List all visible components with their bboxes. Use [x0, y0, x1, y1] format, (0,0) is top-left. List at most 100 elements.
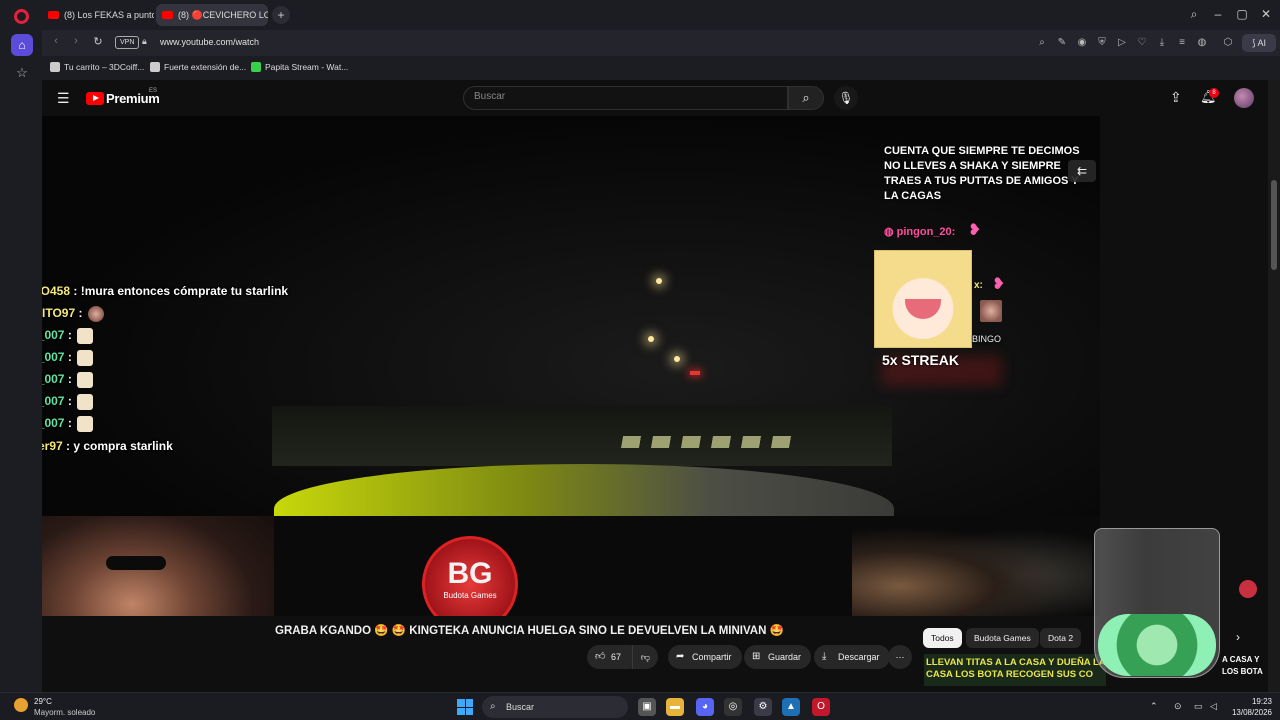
opera-logo-icon[interactable]	[14, 9, 29, 24]
menu-lines-icon[interactable]: ≡	[1174, 35, 1190, 51]
streamer-webcam	[42, 516, 274, 616]
bookmark-item[interactable]: Papita Stream - Wat...	[251, 62, 348, 72]
clover-overlay-graphic	[1098, 614, 1216, 676]
guide-menu-icon[interactable]: ☰	[57, 90, 70, 107]
search-tabs-icon[interactable]: ⌕	[1184, 7, 1204, 22]
steam-icon[interactable]: ◎	[724, 698, 742, 716]
overlay-chat-user: ◍ pingon_20:	[884, 226, 956, 238]
dislike-button[interactable]: 👎︎	[632, 645, 658, 669]
tab-bar: (8) Los FEKAS a punto de (8) 🔴CEVICHERO …	[42, 0, 1280, 30]
search-button[interactable]: ⌕	[788, 86, 824, 110]
upload-icon[interactable]: ⇪	[1170, 89, 1182, 106]
anime-emote-icon	[77, 372, 94, 388]
clock-date[interactable]: 13/08/2026	[1224, 708, 1272, 717]
forward-icon[interactable]: ›	[68, 35, 84, 47]
anime-emote-icon	[77, 350, 94, 366]
file-explorer-icon[interactable]: ▬	[666, 698, 684, 716]
bookmark-star-icon[interactable]: ☆	[11, 62, 33, 84]
maximize-button[interactable]: ▢	[1232, 7, 1252, 21]
passengers	[852, 516, 1092, 616]
bookmark-item[interactable]: Tu carrito – 3DCoiff...	[50, 62, 144, 72]
anime-emote-icon	[77, 416, 94, 432]
video-player[interactable]: BG Budota Games SILLAO458 : !mura entonc…	[42, 116, 1100, 616]
tray-app-icon[interactable]: ⊙	[1174, 701, 1182, 712]
road-scene	[272, 406, 892, 466]
chip-dota-2[interactable]: Dota 2	[1040, 628, 1082, 648]
search-page-icon[interactable]: ⌕	[1034, 35, 1050, 51]
network-icon[interactable]: ▭	[1194, 701, 1203, 712]
chips-next-icon[interactable]: ›	[1236, 630, 1240, 644]
collapse-chat-icon[interactable]: ⇇	[1068, 160, 1096, 182]
search-icon: ⌕	[490, 701, 496, 712]
address-bar: ‹ › ↻ VPN 🔒︎ www.youtube.com/watch ⌕ ✎ ◉…	[42, 30, 1280, 56]
reload-icon[interactable]: ↻	[90, 35, 106, 48]
chip-todos[interactable]: Todos	[923, 628, 962, 648]
streetlight	[648, 336, 654, 342]
ai-button[interactable]: ⟆ AI	[1242, 34, 1276, 52]
lock-icon[interactable]: 🔒︎	[142, 36, 147, 47]
anime-emote-large	[874, 250, 972, 348]
volume-icon[interactable]: ◁	[1210, 701, 1217, 712]
home-icon[interactable]: ⌂	[11, 34, 33, 56]
profile-icon[interactable]: ◍	[1194, 35, 1210, 51]
photos-icon[interactable]: ▲	[782, 698, 800, 716]
youtube-header: ☰ Premium ES ⌕ 🎙︎ ⇪ 🔔︎ 8	[42, 80, 1268, 116]
streak-label: 5x STREAK	[882, 352, 960, 368]
download-arrow-icon: ⤓	[822, 651, 827, 662]
tab-los-fekas[interactable]: (8) Los FEKAS a punto de	[42, 4, 154, 26]
video-title: GRABA KGANDO 🤩 🤩 KINGTEKA ANUNCIA HUELGA…	[275, 625, 784, 637]
bookmark-item[interactable]: Fuerte extensión de...	[150, 62, 246, 72]
edit-icon[interactable]: ✎	[1054, 35, 1070, 51]
more-dots-icon: ⋯	[895, 652, 905, 662]
recommended-thumbnail[interactable]: LLEVAN TITAS A LA CASA Y DUEÑA LA CASA L…	[924, 654, 1106, 686]
search-input[interactable]	[474, 91, 774, 102]
download-icon[interactable]: ⤓	[1154, 35, 1170, 51]
clock-time[interactable]: 19:23	[1224, 697, 1272, 706]
discord-icon[interactable]: ◕	[696, 698, 714, 716]
page-scrollbar[interactable]	[1268, 80, 1280, 692]
tray-chevron-icon[interactable]: ⌃	[1150, 701, 1158, 712]
anime-emote-icon	[77, 394, 94, 410]
chat-line: Torek_007 :	[42, 328, 94, 344]
new-tab-button[interactable]: +	[272, 6, 290, 24]
share-button[interactable]: ➦ Compartir	[668, 645, 742, 669]
opera-taskbar-icon[interactable]: O	[812, 698, 830, 716]
url-field[interactable]: www.youtube.com/watch	[160, 37, 259, 47]
youtube-logo-icon[interactable]	[86, 92, 104, 105]
task-view-icon[interactable]: ▣	[638, 698, 656, 716]
save-button[interactable]: ⊞ Guardar	[744, 645, 812, 669]
chat-line: Torek_007 :	[42, 372, 94, 388]
tab-cevichero-active[interactable]: (8) 🔴CEVICHERO LO	[156, 4, 268, 26]
weather-sun-icon[interactable]	[14, 698, 28, 712]
close-window-button[interactable]: ✕	[1256, 7, 1276, 21]
back-icon[interactable]: ‹	[48, 35, 64, 47]
face-emote-icon	[87, 306, 104, 322]
heart-emote-icon: ❥	[992, 276, 1006, 293]
screen: ⌂ ☆ (8) Los FEKAS a punto de (8) 🔴CEVICH…	[0, 0, 1280, 720]
avatar[interactable]	[1234, 88, 1254, 108]
settings-gear-icon[interactable]: ⚙	[754, 698, 772, 716]
camera-icon[interactable]: ◉	[1074, 35, 1090, 51]
extensions-icon[interactable]: ⬡	[1220, 35, 1236, 51]
scrollbar-thumb[interactable]	[1271, 180, 1277, 270]
search-box	[463, 86, 788, 110]
chat-line: GORDITO97 :	[42, 306, 104, 322]
chat-line: Torek_007 :	[42, 416, 94, 432]
minimize-button[interactable]: –	[1208, 7, 1228, 21]
start-windows-icon[interactable]	[457, 699, 473, 715]
more-actions-button[interactable]: ⋯	[888, 645, 912, 669]
bingo-label: BINGO	[972, 334, 1002, 344]
chip-budota-games[interactable]: Budota Games	[966, 628, 1039, 648]
shield-icon[interactable]: ⛨	[1094, 35, 1110, 51]
save-icon: ⊞	[752, 651, 761, 662]
weather-temperature: 29°C	[34, 697, 52, 706]
share-icon: ➦	[676, 651, 685, 662]
vpn-badge[interactable]: VPN	[115, 36, 140, 49]
tab-label: (8) Los FEKAS a punto de	[64, 10, 154, 20]
heart-icon[interactable]: ♡	[1134, 35, 1150, 51]
taskbar-search[interactable]: ⌕ Buscar	[482, 696, 628, 718]
sunglasses	[106, 556, 166, 570]
microphone-icon[interactable]: 🎙︎	[834, 86, 858, 110]
play-icon[interactable]: ▷	[1114, 35, 1130, 51]
download-button[interactable]: ⤓ Descargar	[814, 645, 890, 669]
